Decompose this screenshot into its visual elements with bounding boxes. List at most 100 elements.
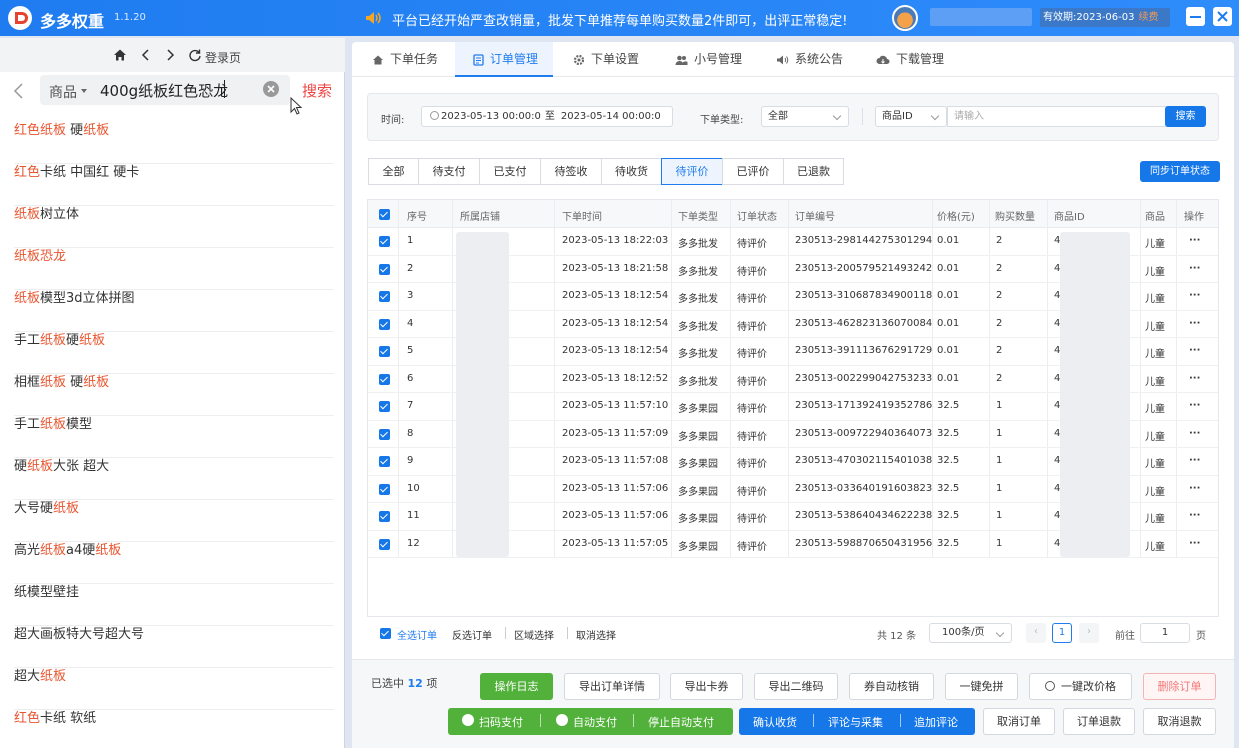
user-avatar[interactable] xyxy=(892,5,918,31)
home-icon[interactable] xyxy=(113,48,127,62)
row-more-button[interactable]: ··· xyxy=(1189,345,1200,356)
delete-order-button[interactable]: 删除订单 xyxy=(1143,673,1216,700)
row-checkbox[interactable] xyxy=(379,291,390,302)
row-more-button[interactable]: ··· xyxy=(1189,483,1200,494)
status-tab[interactable]: 已支付 xyxy=(479,158,541,185)
row-checkbox[interactable] xyxy=(379,318,390,330)
back-icon[interactable] xyxy=(140,48,152,62)
search-button[interactable]: 搜索 xyxy=(302,80,332,101)
one-click-change-price-button[interactable]: 一键改价格 xyxy=(1029,673,1132,700)
status-tab[interactable]: 已退款 xyxy=(783,158,844,185)
row-more-button[interactable]: ··· xyxy=(1189,400,1200,411)
search-category-select[interactable]: 商品 xyxy=(49,82,77,102)
id-type-select[interactable]: 商品ID xyxy=(875,106,947,127)
suggestion-item[interactable]: 纸板树立体 xyxy=(14,206,334,248)
column-header[interactable]: 下单时间 xyxy=(562,208,602,223)
select-all-orders-checkbox[interactable] xyxy=(380,628,391,639)
operation-log-button[interactable]: 操作日志 xyxy=(480,673,553,700)
tab-system-notice[interactable]: 系统公告 xyxy=(776,42,843,77)
order-refund-button[interactable]: 订单退款 xyxy=(1063,708,1135,735)
row-checkbox[interactable] xyxy=(379,538,390,550)
tab-order-management[interactable]: 订单管理 xyxy=(455,42,553,77)
scan-pay-button[interactable]: 扫码支付 xyxy=(479,714,523,730)
suggestion-item[interactable]: 手工纸板模型 xyxy=(14,416,334,458)
time-range-picker[interactable]: 2023-05-13 00:00:0 至 2023-05-14 00:00:0 xyxy=(421,106,673,127)
row-checkbox[interactable] xyxy=(379,401,390,412)
search-back-icon[interactable] xyxy=(12,82,26,100)
review-collect-button[interactable]: 评论与采集 xyxy=(828,714,883,730)
suggestion-item[interactable]: 超大画板特大号超大号 xyxy=(14,626,334,668)
close-button[interactable] xyxy=(1213,7,1232,26)
row-checkbox[interactable] xyxy=(379,428,390,440)
tab-order-settings[interactable]: 下单设置 xyxy=(573,42,639,77)
tab-order-task[interactable]: 下单任务 xyxy=(370,42,440,77)
search-input[interactable]: 400g纸板红色恐龙 xyxy=(100,80,228,101)
row-more-button[interactable]: ··· xyxy=(1189,510,1200,521)
status-tab[interactable]: 待评价 xyxy=(661,158,723,185)
suggestion-item[interactable]: 红色纸板 硬纸板 xyxy=(14,122,334,164)
row-checkbox[interactable] xyxy=(379,511,390,522)
tab-account-management[interactable]: 小号管理 xyxy=(675,42,742,77)
row-checkbox[interactable] xyxy=(379,236,390,247)
page-number-button[interactable]: 1 xyxy=(1052,623,1072,643)
column-header[interactable]: 商品ID xyxy=(1054,208,1085,223)
suggestion-item[interactable]: 手工纸板硬纸板 xyxy=(14,332,334,374)
column-header[interactable]: 所属店铺 xyxy=(460,208,500,223)
page-size-select[interactable]: 100条/页 xyxy=(929,623,1012,643)
export-card-button[interactable]: 导出卡券 xyxy=(670,673,743,700)
order-type-select[interactable]: 全部 xyxy=(761,106,849,127)
append-review-button[interactable]: 追加评论 xyxy=(914,714,958,730)
suggestion-item[interactable]: 高光纸板a4硬纸板 xyxy=(14,542,334,584)
cancel-order-button[interactable]: 取消订单 xyxy=(983,708,1055,735)
row-more-button[interactable]: ··· xyxy=(1189,455,1200,466)
status-tab[interactable]: 待收货 xyxy=(601,158,662,185)
suggestion-item[interactable]: 红色卡纸 中国红 硬卡 xyxy=(14,164,334,206)
suggestion-item[interactable]: 红色卡纸 软纸 xyxy=(14,710,334,748)
id-input[interactable]: 请输入 xyxy=(947,106,1169,127)
select-all-orders[interactable]: 全选订单 xyxy=(397,627,437,642)
export-qrcode-button[interactable]: 导出二维码 xyxy=(754,673,838,700)
confirm-receipt-button[interactable]: 确认收货 xyxy=(753,714,797,730)
column-header[interactable]: 下单类型 xyxy=(678,208,718,223)
login-page-link[interactable]: 登录页 xyxy=(205,49,241,66)
row-more-button[interactable]: ··· xyxy=(1189,263,1200,274)
row-more-button[interactable]: ··· xyxy=(1189,318,1200,329)
row-more-button[interactable]: ··· xyxy=(1189,428,1200,439)
suggestion-item[interactable]: 纸板模型3d立体拼图 xyxy=(14,290,334,332)
range-selection[interactable]: 区域选择 xyxy=(514,627,554,642)
column-header[interactable]: 购买数量 xyxy=(995,208,1035,223)
row-checkbox[interactable] xyxy=(379,346,390,357)
status-tab[interactable]: 待签收 xyxy=(540,158,602,185)
invert-selection[interactable]: 反选订单 xyxy=(452,627,492,642)
row-more-button[interactable]: ··· xyxy=(1189,373,1200,384)
status-tab[interactable]: 全部 xyxy=(368,158,419,185)
row-checkbox[interactable] xyxy=(379,456,390,467)
suggestion-item[interactable]: 相框纸板 硬纸板 xyxy=(14,374,334,416)
cancel-selection[interactable]: 取消选择 xyxy=(576,627,616,642)
row-checkbox[interactable] xyxy=(379,483,390,495)
renew-link[interactable]: 续费 xyxy=(1138,12,1158,23)
forward-icon[interactable] xyxy=(164,48,176,62)
clear-search-button[interactable] xyxy=(263,81,279,97)
status-tab[interactable]: 待支付 xyxy=(418,158,480,185)
column-header[interactable]: 价格(元) xyxy=(937,208,975,223)
status-tab[interactable]: 已评价 xyxy=(722,158,784,185)
suggestion-item[interactable]: 硬纸板大张 超大 xyxy=(14,458,334,500)
select-all-checkbox[interactable] xyxy=(379,209,390,220)
tab-downloads[interactable]: 下载管理 xyxy=(876,42,944,77)
next-page-button[interactable]: › xyxy=(1079,623,1099,643)
goto-page-input[interactable]: 1 xyxy=(1140,623,1190,643)
refresh-icon[interactable] xyxy=(188,48,202,62)
row-more-button[interactable]: ··· xyxy=(1189,290,1200,301)
suggestion-item[interactable]: 纸模型壁挂 xyxy=(14,584,334,626)
column-header[interactable]: 商品 xyxy=(1145,208,1165,223)
column-header[interactable]: 订单状态 xyxy=(737,208,777,223)
row-checkbox[interactable] xyxy=(379,263,390,275)
cancel-refund-button[interactable]: 取消退款 xyxy=(1143,708,1216,735)
suggestion-item[interactable]: 超大纸板 xyxy=(14,668,334,710)
suggestion-item[interactable]: 大号硬纸板 xyxy=(14,500,334,542)
one-click-free-group-button[interactable]: 一键免拼 xyxy=(945,673,1018,700)
row-more-button[interactable]: ··· xyxy=(1189,235,1200,246)
export-order-detail-button[interactable]: 导出订单详情 xyxy=(564,673,660,700)
auto-pay-button[interactable]: 自动支付 xyxy=(573,714,617,730)
